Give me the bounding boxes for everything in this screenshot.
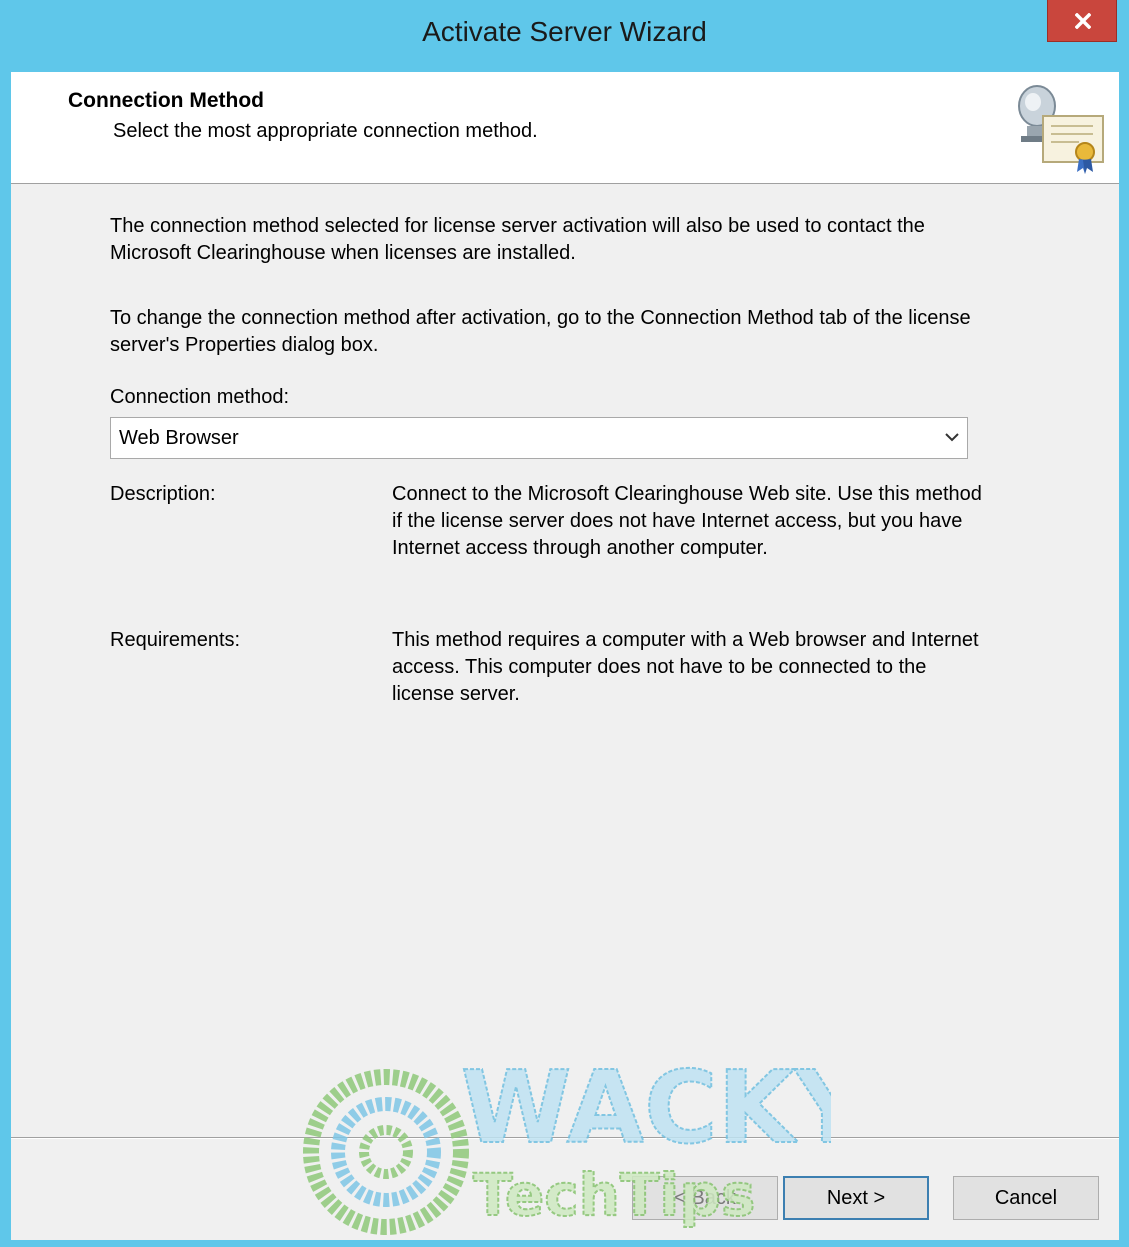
wizard-client-area: Connection Method Select the most approp… — [11, 72, 1119, 1240]
title-bar[interactable]: Activate Server Wizard — [0, 0, 1129, 72]
window-title: Activate Server Wizard — [422, 16, 707, 47]
wizard-header: Connection Method Select the most approp… — [11, 72, 1119, 184]
wizard-window: Activate Server Wizard Connection Method… — [0, 0, 1129, 1247]
connection-method-value: Web Browser — [119, 427, 239, 449]
cancel-button[interactable]: Cancel — [953, 1176, 1099, 1220]
close-icon — [1075, 13, 1091, 29]
info-paragraph-2: To change the connection method after ac… — [110, 307, 971, 356]
watermark-techtips-text: TechTips — [473, 1161, 755, 1229]
description-text: Connect to the Microsoft Clearinghouse W… — [392, 483, 982, 559]
description-label: Description: — [110, 483, 216, 505]
page-subtitle: Select the most appropriate connection m… — [113, 120, 538, 142]
connection-method-label: Connection method: — [110, 386, 290, 408]
page-title: Connection Method — [68, 89, 264, 112]
connection-method-dropdown[interactable]: Web Browser — [110, 417, 968, 459]
close-button[interactable] — [1047, 0, 1117, 42]
wacky-techtips-watermark: WACKY TechTips — [303, 1048, 831, 1235]
chevron-down-icon — [945, 433, 959, 442]
requirements-text: This method requires a computer with a W… — [392, 629, 979, 705]
info-paragraph-1: The connection method selected for licen… — [110, 215, 925, 264]
license-server-certificate-icon — [1018, 85, 1104, 174]
watermark-wacky-text: WACKY — [461, 1049, 831, 1166]
requirements-label: Requirements: — [110, 629, 241, 651]
